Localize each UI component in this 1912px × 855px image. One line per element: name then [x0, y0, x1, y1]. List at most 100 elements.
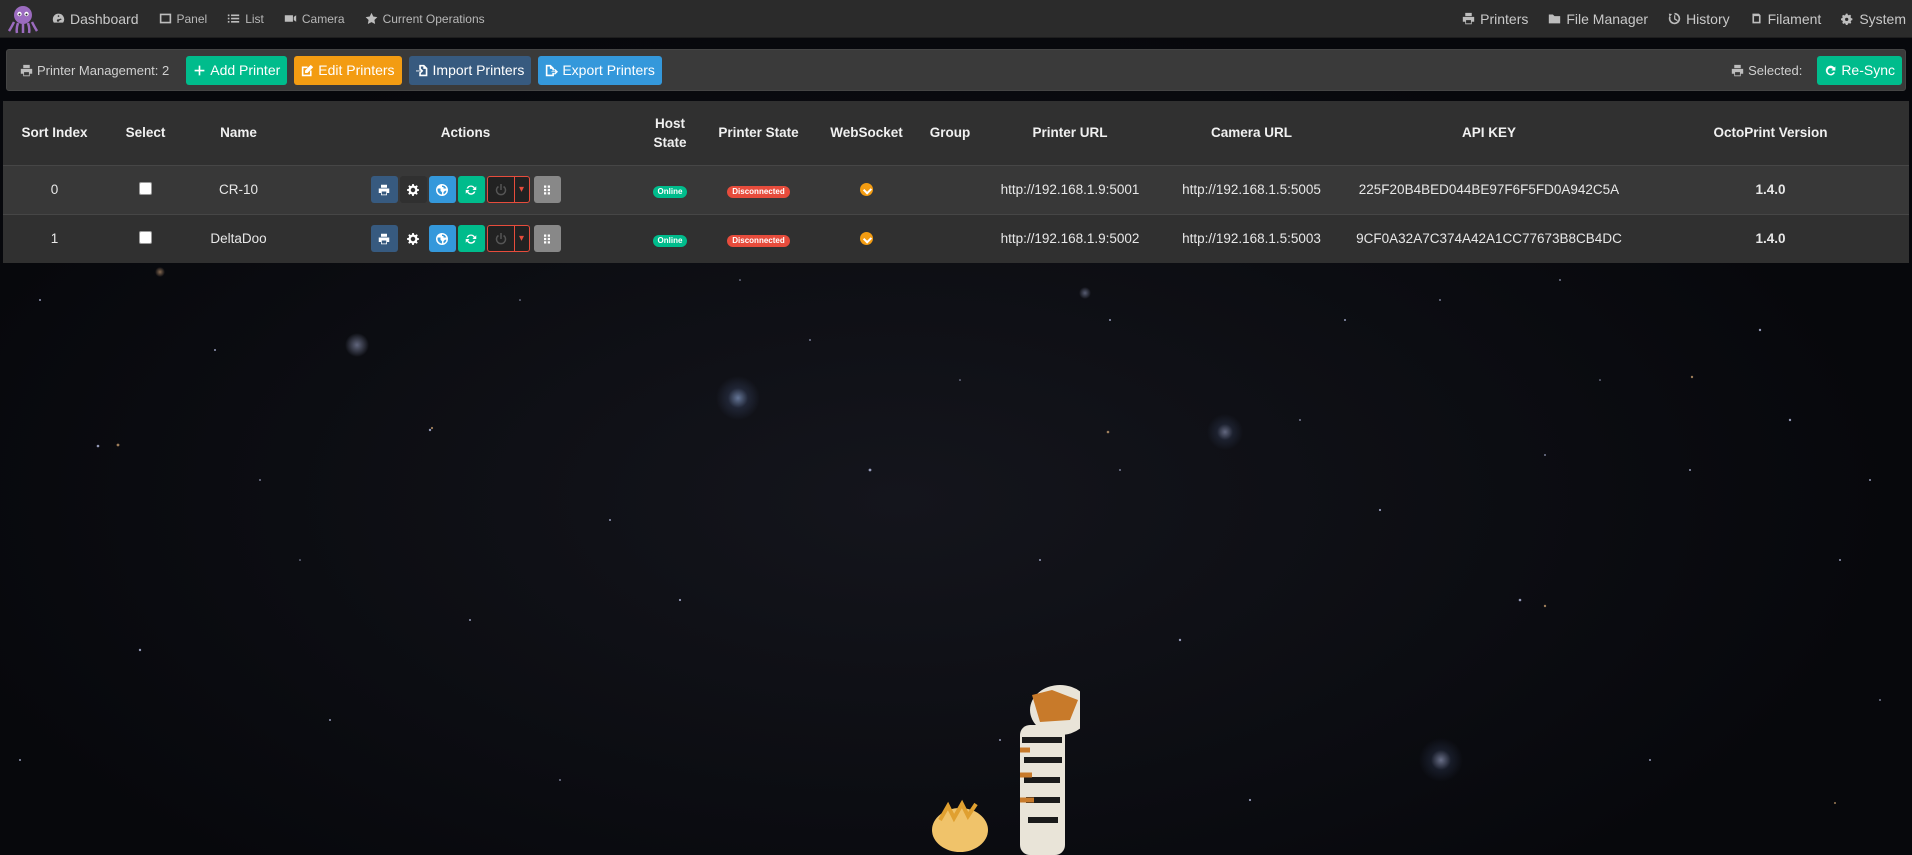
websocket-status-icon	[860, 182, 873, 196]
resync-printer-button[interactable]	[457, 225, 485, 253]
table-row: 1 DeltaDoo ▾ Online Disconnected http://…	[3, 213, 1909, 263]
col-actions: Actions	[440, 125, 491, 141]
caret-down-icon: ▾	[518, 233, 525, 245]
nav-filament[interactable]: Filament	[1750, 10, 1822, 27]
printer-settings-button[interactable]	[399, 176, 427, 203]
printer-state-cell: Disconnected	[701, 164, 816, 214]
folder-icon	[1549, 14, 1561, 24]
printers-table: Sort Index Select Name Actions Host Stat…	[3, 101, 1909, 263]
printer-management-title: Printer Management: 2	[20, 63, 169, 78]
control-printer-button[interactable]	[370, 225, 398, 253]
printer-icon	[1462, 12, 1475, 25]
edit-icon	[302, 64, 314, 76]
col-host-state-line1: Host	[655, 115, 685, 131]
nav-current-operations[interactable]: Current Operations	[365, 12, 485, 26]
octofarm-logo[interactable]	[8, 4, 38, 34]
edit-printers-button[interactable]: Edit Printers	[294, 55, 402, 85]
nav-panel[interactable]: Panel	[159, 11, 208, 26]
host-state-cell: Online	[639, 213, 701, 263]
power-button[interactable]	[486, 225, 514, 253]
nav-list[interactable]: List	[227, 12, 264, 26]
col-octoprint-version: OctoPrint Version	[1713, 125, 1828, 141]
globe-icon	[436, 232, 448, 245]
grip-icon	[544, 234, 550, 244]
grip-icon	[544, 185, 550, 194]
sync-icon	[465, 184, 477, 195]
nav-history[interactable]: History	[1668, 11, 1730, 27]
select-cell	[106, 164, 185, 214]
printer-icon	[20, 64, 33, 76]
top-navbar: Dashboard Panel List Camera Current Oper…	[0, 0, 1912, 38]
resync-printer-button[interactable]	[457, 176, 485, 203]
col-name[interactable]: Name	[185, 101, 292, 165]
host-state-badge: Online	[652, 185, 688, 198]
nav-filament-label: Filament	[1767, 10, 1822, 27]
panel-icon	[159, 13, 171, 24]
select-cell	[106, 213, 185, 263]
power-icon	[495, 232, 506, 245]
octoprint-version-cell: 1.4.0	[1632, 213, 1909, 263]
col-printer-url: Printer URL	[1032, 125, 1108, 141]
printer-url-cell: http://192.168.1.9:5001	[983, 164, 1157, 214]
open-web-interface-button[interactable]	[428, 225, 456, 253]
import-printers-button[interactable]: Import Printers	[408, 55, 532, 85]
websocket-status-icon	[860, 231, 873, 245]
printer-settings-button[interactable]	[399, 225, 427, 253]
host-state-cell: Online	[639, 164, 701, 214]
power-dropdown-toggle[interactable]: ▾	[513, 225, 530, 253]
nav-printers-label: Printers	[1480, 10, 1529, 27]
resync-label: Re-Sync	[1841, 62, 1895, 78]
resync-button[interactable]: Re-Sync	[1817, 55, 1902, 85]
name-cell: DeltaDoo	[185, 213, 292, 263]
plus-icon	[194, 65, 205, 75]
drag-reorder-handle[interactable]	[533, 225, 561, 253]
sort-index-cell: 0	[3, 164, 106, 214]
printer-state-badge: Disconnected	[727, 234, 790, 247]
nav-file-manager[interactable]: File Manager	[1548, 11, 1648, 27]
nav-system-label: System	[1859, 10, 1906, 27]
export-printers-button[interactable]: Export Printers	[538, 55, 662, 85]
col-printer-state: Printer State	[718, 125, 799, 141]
edit-printers-label: Edit Printers	[318, 62, 395, 78]
table-row: 0 CR-10 ▾ Online Disconnected http://192…	[3, 164, 1909, 214]
camera-url-cell: http://192.168.1.5:5003	[1157, 213, 1346, 263]
add-printer-button[interactable]: Add Printer	[186, 55, 288, 85]
printer-icon	[378, 184, 390, 195]
printer-url-cell: http://192.168.1.9:5002	[983, 213, 1157, 263]
col-camera-url: Camera URL	[1210, 125, 1293, 141]
nav-camera[interactable]: Camera	[284, 12, 345, 26]
name-cell: CR-10	[185, 164, 292, 214]
actions-cell: ▾	[292, 164, 639, 214]
dashboard-icon	[52, 13, 65, 23]
power-button[interactable]	[486, 176, 514, 203]
selection-controls: Selected: Re-Sync	[1731, 55, 1905, 85]
select-checkbox[interactable]	[139, 181, 152, 195]
nav-printers[interactable]: Printers	[1462, 11, 1528, 27]
group-cell	[917, 164, 983, 214]
nav-system[interactable]: System	[1841, 11, 1906, 27]
history-icon	[1668, 12, 1681, 25]
nav-current-operations-label: Current Operations	[382, 11, 485, 26]
gear-icon	[407, 232, 419, 245]
power-dropdown-toggle[interactable]: ▾	[513, 176, 530, 203]
printer-management-count: Printer Management: 2	[37, 62, 170, 78]
camera-icon	[284, 15, 297, 22]
select-checkbox[interactable]	[139, 230, 152, 244]
col-group[interactable]: Group	[917, 101, 983, 165]
camera-url-cell: http://192.168.1.5:5005	[1157, 164, 1346, 214]
drag-reorder-handle[interactable]	[533, 176, 561, 203]
control-printer-button[interactable]	[370, 176, 398, 203]
printer-state-badge: Disconnected	[727, 185, 790, 198]
action-buttons: ▾	[292, 225, 639, 253]
printers-table-container: Sort Index Select Name Actions Host Stat…	[3, 101, 1909, 263]
selected-printers-indicator: Selected:	[1731, 63, 1802, 78]
sync-icon	[465, 234, 477, 244]
open-web-interface-button[interactable]	[428, 176, 456, 203]
nav-dashboard-label: Dashboard	[70, 10, 139, 27]
action-buttons: ▾	[292, 176, 639, 203]
col-sort-index[interactable]: Sort Index	[3, 101, 106, 165]
nav-dashboard[interactable]: Dashboard	[52, 11, 139, 27]
websocket-cell	[816, 213, 917, 263]
websocket-cell	[816, 164, 917, 214]
nav-panel-label: Panel	[176, 11, 208, 26]
